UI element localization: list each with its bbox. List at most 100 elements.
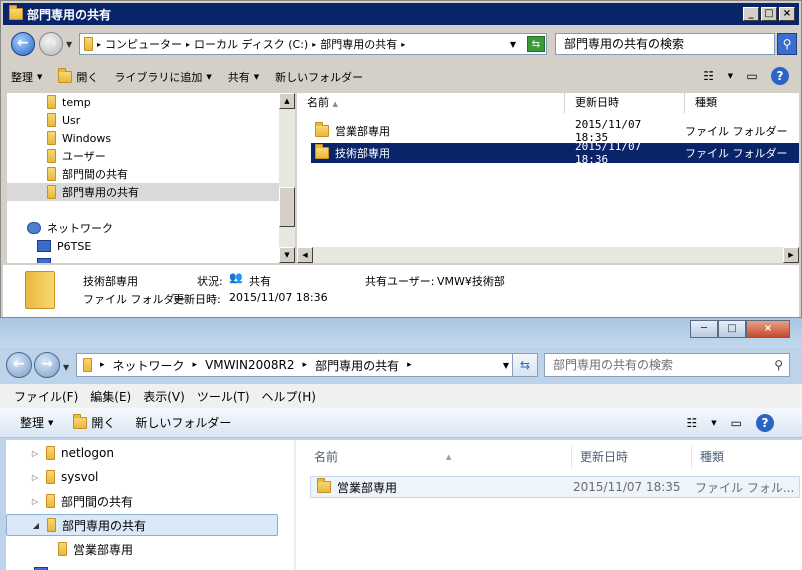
list-item[interactable]: 営業部専用 2015/11/07 18:35 ファイル フォルダー xyxy=(311,118,799,144)
nav-item-windows[interactable]: Windows xyxy=(7,129,279,147)
collapse-icon[interactable]: ◢ xyxy=(31,521,41,530)
nav-item-sysvol[interactable]: ▷ sysvol xyxy=(6,466,278,488)
chevron-right-icon[interactable]: ▸ xyxy=(97,40,101,49)
details-status-value: 共有 xyxy=(249,275,271,288)
address-bar[interactable]: ▸ ネットワーク ▸ VMWIN2008R2 ▸ 部門専用の共有 ▸ ▼ xyxy=(76,353,516,377)
chevron-right-icon[interactable]: ▸ xyxy=(186,40,190,49)
view-options-icon[interactable]: ☷ xyxy=(700,67,718,85)
column-header-type[interactable]: 種類 xyxy=(692,446,802,468)
breadcrumb-server[interactable]: VMWIN2008R2 xyxy=(205,358,294,372)
share-button[interactable]: 共有 ▼ xyxy=(220,65,267,89)
menu-file[interactable]: ファイル(F) xyxy=(8,388,84,405)
recent-pages-dropdown-icon[interactable]: ▼ xyxy=(66,40,72,49)
close-button[interactable]: × xyxy=(746,320,790,338)
nav-item-dept-share[interactable]: 部門専用の共有 xyxy=(7,183,279,201)
column-header-date[interactable]: 更新日時 xyxy=(572,446,692,468)
chevron-right-icon[interactable]: ▸ xyxy=(193,360,198,370)
maximize-button[interactable]: □ xyxy=(718,320,746,338)
scroll-left-icon[interactable]: ◀ xyxy=(297,247,313,263)
chevron-right-icon[interactable]: ▸ xyxy=(312,40,316,49)
nav-scrollbar[interactable]: ▲ ▼ xyxy=(279,93,295,263)
preview-pane-icon[interactable]: ▭ xyxy=(743,67,761,85)
nav-label: Windows xyxy=(62,131,112,145)
menu-edit[interactable]: 編集(E) xyxy=(84,388,137,405)
menu-view[interactable]: 表示(V) xyxy=(137,388,191,405)
scroll-right-icon[interactable]: ▶ xyxy=(783,247,799,263)
nav-item-inter-dept-share[interactable]: 部門間の共有 xyxy=(7,165,279,183)
breadcrumb-network[interactable]: ネットワーク xyxy=(113,357,185,374)
search-icon[interactable]: ⚲ xyxy=(774,354,783,376)
organize-button[interactable]: 整理 ▼ xyxy=(3,65,50,89)
nav-item-dept-share[interactable]: ◢ 部門専用の共有 xyxy=(6,514,278,536)
list-item-selected[interactable]: 技術部専用 2015/11/07 18:36 ファイル フォルダー xyxy=(311,140,799,166)
search-button[interactable]: ⚲ xyxy=(777,33,797,55)
breadcrumb-dept-share[interactable]: 部門専用の共有 xyxy=(315,357,399,374)
nav-item-usr[interactable]: Usr xyxy=(7,111,279,129)
close-button[interactable]: × xyxy=(779,7,795,21)
back-button[interactable]: ← xyxy=(6,352,32,378)
preview-pane-icon[interactable]: ▭ xyxy=(731,416,742,430)
nav-item-temp[interactable]: temp xyxy=(7,93,279,111)
nav-item-netlogon[interactable]: ▷ netlogon xyxy=(6,442,278,464)
nav-item-clipped[interactable] xyxy=(7,255,279,263)
breadcrumb-local-disk[interactable]: ローカル ディスク (C:) xyxy=(194,36,308,52)
forward-button[interactable]: → xyxy=(39,32,63,56)
nav-item-sales-dept[interactable]: 営業部専用 xyxy=(6,538,278,560)
help-icon[interactable]: ? xyxy=(771,67,789,85)
new-folder-button[interactable]: 新しいフォルダー xyxy=(267,65,371,89)
recent-pages-dropdown-icon[interactable]: ▼ xyxy=(63,363,69,372)
chevron-down-icon[interactable]: ▼ xyxy=(728,72,733,80)
minimize-button[interactable]: ─ xyxy=(690,320,718,338)
search-input[interactable]: 部門専用の共有の検索 ⚲ xyxy=(544,353,790,377)
scroll-thumb[interactable] xyxy=(279,187,295,227)
address-bar-row: ← → ▼ ▸ ネットワーク ▸ VMWIN2008R2 ▸ 部門専用の共有 ▸… xyxy=(0,348,802,384)
nav-item-network[interactable]: ネットワーク xyxy=(7,219,279,237)
search-input[interactable]: 部門専用の共有の検索 xyxy=(555,33,775,55)
open-label: 開く xyxy=(76,71,99,84)
forward-button[interactable]: → xyxy=(34,352,60,378)
title-bar[interactable]: ─ □ × xyxy=(0,318,802,348)
nav-item-clipped[interactable] xyxy=(6,562,278,570)
open-button[interactable]: 開く xyxy=(50,65,106,89)
expand-icon[interactable]: ▷ xyxy=(30,473,40,482)
address-dropdown-icon[interactable]: ▼ xyxy=(510,40,516,49)
help-icon[interactable]: ? xyxy=(756,414,774,432)
menu-help[interactable]: ヘルプ(H) xyxy=(256,388,322,405)
address-bar[interactable]: ▸ コンピューター ▸ ローカル ディスク (C:) ▸ 部門専用の共有 ▸ ▼ xyxy=(79,33,547,55)
add-to-library-button[interactable]: ライブラリに追加 ▼ xyxy=(106,65,219,89)
breadcrumb-dept-share[interactable]: 部門専用の共有 xyxy=(320,36,397,52)
view-options-icon[interactable]: ☷ xyxy=(687,416,698,430)
expand-icon[interactable]: ▷ xyxy=(30,497,40,506)
chevron-right-icon[interactable]: ▸ xyxy=(100,360,105,370)
expand-icon[interactable]: ▷ xyxy=(30,449,40,458)
chevron-right-icon[interactable]: ▸ xyxy=(407,360,412,370)
back-button[interactable]: ← xyxy=(11,32,35,56)
nav-item-p6tse[interactable]: P6TSE xyxy=(7,237,279,255)
refresh-button[interactable]: ⇆ xyxy=(527,36,545,52)
chevron-right-icon[interactable]: ▸ xyxy=(303,360,308,370)
nav-item-users[interactable]: ユーザー xyxy=(7,147,279,165)
new-folder-button[interactable]: 新しいフォルダー xyxy=(125,414,241,431)
organize-button[interactable]: 整理 ▼ xyxy=(10,414,63,431)
breadcrumb-computer[interactable]: コンピューター xyxy=(105,36,182,52)
open-button[interactable]: 開く xyxy=(63,413,125,431)
refresh-button[interactable]: ⇆ xyxy=(512,353,538,377)
column-header-type[interactable]: 種類 xyxy=(685,93,799,113)
scroll-up-icon[interactable]: ▲ xyxy=(279,93,295,109)
nav-item-inter-dept-share[interactable]: ▷ 部門間の共有 xyxy=(6,490,278,512)
column-header-name[interactable]: 名前 ▲ xyxy=(297,93,565,113)
arrow-right-icon: → xyxy=(41,356,53,372)
scroll-down-icon[interactable]: ▼ xyxy=(279,247,295,263)
list-item[interactable]: 営業部専用 2015/11/07 18:35 ファイル フォル... xyxy=(310,476,800,498)
minimize-button[interactable]: _ xyxy=(743,7,759,21)
menu-tools[interactable]: ツール(T) xyxy=(191,388,256,405)
maximize-button[interactable]: □ xyxy=(761,7,777,21)
arrow-left-icon: ← xyxy=(17,35,29,51)
title-bar[interactable]: 部門専用の共有 _ □ × xyxy=(3,3,799,25)
chevron-right-icon[interactable]: ▸ xyxy=(401,40,405,49)
chevron-down-icon[interactable]: ▼ xyxy=(711,419,716,427)
list-horizontal-scrollbar[interactable]: ◀ ▶ xyxy=(297,247,799,263)
column-header-date[interactable]: 更新日時 xyxy=(565,93,685,113)
address-dropdown-icon[interactable]: ▼ xyxy=(503,361,509,370)
column-header-name[interactable]: 名前 ▲ xyxy=(306,446,572,468)
